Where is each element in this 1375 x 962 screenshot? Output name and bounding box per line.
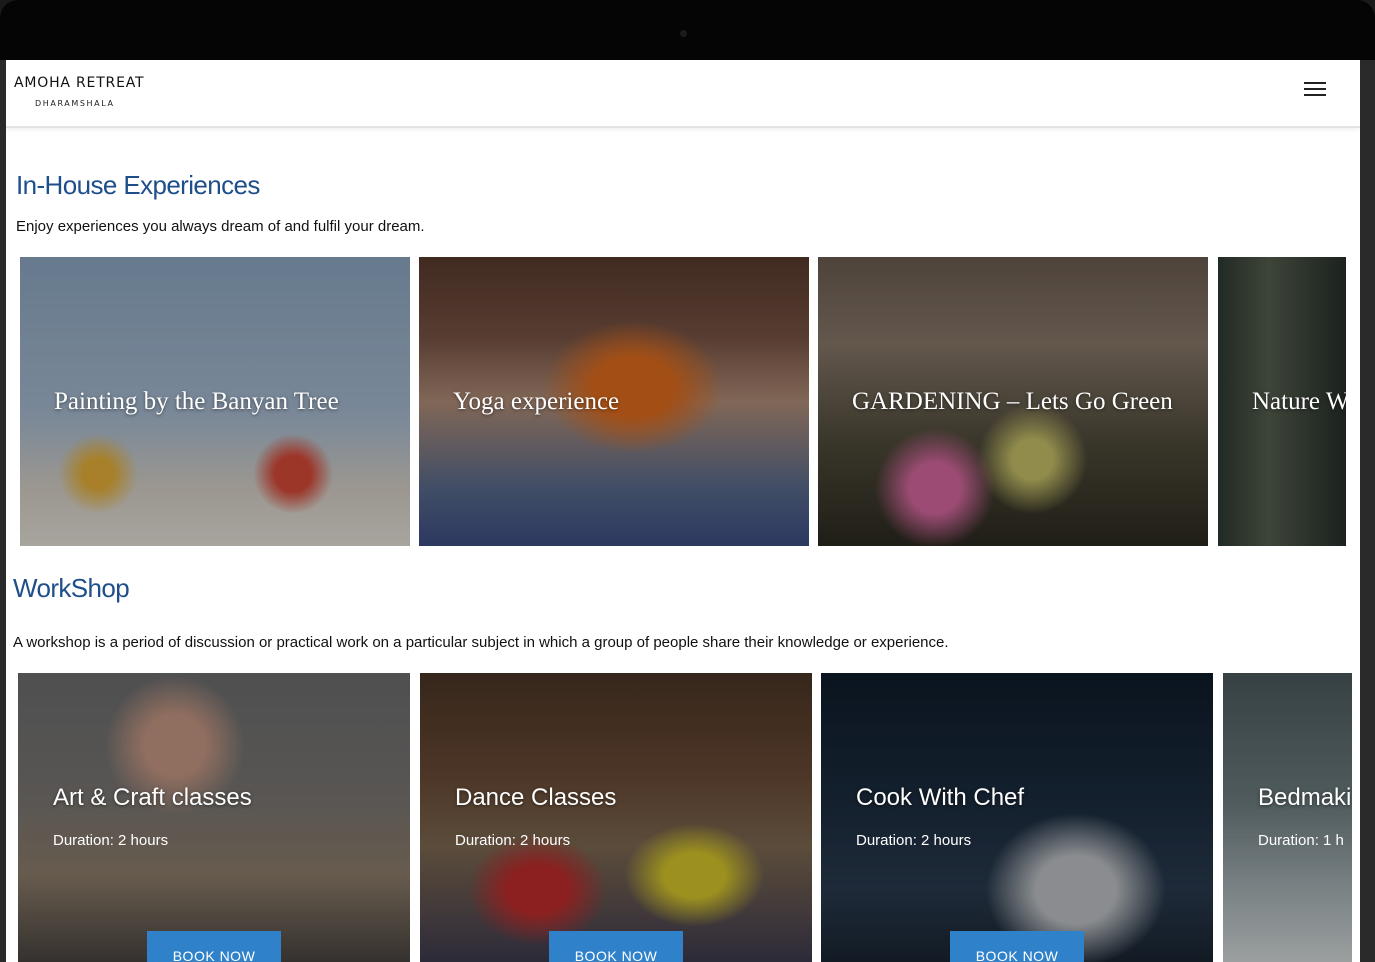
in-house-description: Enjoy experiences you always dream of an… [16, 218, 425, 235]
card-overlay [18, 673, 410, 962]
workshop-card-bedmaking[interactable]: Bedmaki Duration: 1 h [1223, 673, 1352, 962]
experience-card-gardening[interactable]: GARDENING – Lets Go Green [818, 257, 1208, 546]
workshop-card-duration: Duration: 2 hours [856, 832, 972, 849]
device-frame-right [1359, 60, 1375, 962]
workshop-card-title: Art & Craft classes [53, 784, 252, 811]
workshop-card-title: Bedmaki [1258, 784, 1352, 811]
workshop-card-chef[interactable]: Cook With Chef Duration: 2 hours BOOK NO… [821, 673, 1213, 962]
workshop-card-duration: Duration: 2 hours [455, 832, 571, 849]
card-overlay [420, 673, 812, 962]
experience-card-title: Yoga experience [453, 388, 620, 415]
browser-viewport: AMOHA RETREAT DHARAMSHALA In-House Exper… [6, 60, 1360, 962]
workshop-title: WorkShop [13, 573, 130, 603]
camera-dot [680, 30, 687, 37]
experience-card-title: GARDENING – Lets Go Green [852, 388, 1173, 415]
workshop-card-duration: Duration: 1 h [1258, 832, 1344, 849]
brand-location: DHARAMSHALA [35, 99, 115, 108]
card-overlay [1223, 673, 1352, 962]
workshop-card-title: Cook With Chef [856, 784, 1025, 811]
card-overlay [821, 673, 1213, 962]
book-now-button[interactable]: BOOK NOW [549, 931, 683, 962]
workshop-card-dance[interactable]: Dance Classes Duration: 2 hours BOOK NOW [420, 673, 812, 962]
experience-card-title: Nature W [1252, 388, 1346, 415]
brand-name[interactable]: AMOHA RETREAT [14, 75, 144, 91]
workshop-card-title: Dance Classes [455, 784, 617, 811]
book-now-button[interactable]: BOOK NOW [950, 931, 1084, 962]
book-now-button[interactable]: BOOK NOW [147, 931, 281, 962]
in-house-title: In-House Experiences [16, 170, 260, 200]
experience-card-yoga[interactable]: Yoga experience [419, 257, 809, 546]
hamburger-menu-icon[interactable] [1304, 82, 1326, 100]
site-header: AMOHA RETREAT DHARAMSHALA [6, 60, 1360, 128]
workshop-card-duration: Duration: 2 hours [53, 832, 169, 849]
experience-card-title: Painting by the Banyan Tree [54, 388, 339, 415]
experience-card-nature[interactable]: Nature W [1218, 257, 1346, 546]
workshop-card-art-craft[interactable]: Art & Craft classes Duration: 2 hours BO… [18, 673, 410, 962]
workshop-description: A workshop is a period of discussion or … [13, 634, 949, 651]
experience-card-painting[interactable]: Painting by the Banyan Tree [20, 257, 410, 546]
device-frame-top [0, 0, 1375, 62]
